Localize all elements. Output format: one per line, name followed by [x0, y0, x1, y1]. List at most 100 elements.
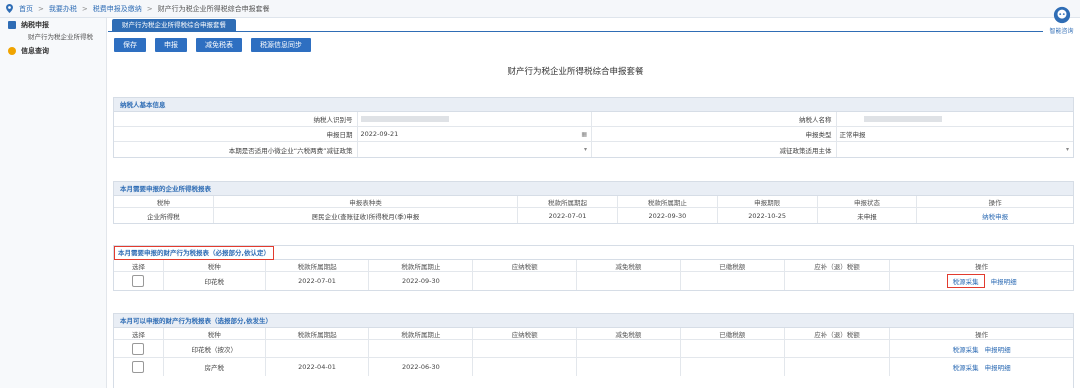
declare-detail-link[interactable]: 申报明细 — [985, 344, 1011, 354]
sidebar-label: 纳税申报 — [21, 20, 49, 29]
section-title-wrap: 本月需要申报的财产行为税报表（必报部分,依认定） — [114, 246, 1073, 260]
cell-op: 税源采集 申报明细 — [890, 272, 1073, 290]
optional-section: 本月可以申报的财产行为税报表（选报部分,依发生） 选择 税种 税款所属期起 税款… — [113, 313, 1074, 388]
field-label: 减征政策适用主体 — [592, 142, 837, 157]
cell-end: 2022-09-30 — [618, 208, 718, 223]
col-header: 税款所属期止 — [618, 196, 718, 207]
chat-icon — [8, 46, 16, 55]
field-label: 申报日期 — [114, 127, 358, 141]
taxpayer-name-value — [837, 112, 1074, 126]
cell-amount — [577, 272, 681, 290]
table-header: 选择 税种 税款所属期起 税款所属期止 应纳税额 减免税额 已缴税额 应补（退）… — [114, 260, 1073, 272]
relief-table-button[interactable]: 减免税表 — [196, 38, 242, 52]
cell-amount — [473, 272, 578, 290]
cell-select — [114, 340, 164, 357]
col-header: 税款所属期止 — [369, 260, 474, 271]
cell-tax: 印花税（按次） — [164, 340, 266, 357]
col-header: 应补（退）税额 — [785, 260, 891, 271]
col-header: 应补（退）税额 — [785, 328, 891, 339]
row-checkbox[interactable] — [132, 275, 145, 287]
sidebar-item-query[interactable]: 信息查询 — [0, 44, 106, 57]
col-header: 操作 — [988, 198, 1002, 207]
save-button[interactable]: 保存 — [114, 38, 146, 52]
col-header: 税款所属期起 — [518, 196, 618, 207]
sidebar: 纳税申报 财产行为税企业所得税 信息查询 — [0, 18, 107, 388]
policy-select[interactable]: ▾ — [358, 142, 593, 157]
table-header: 税种 申报表种类 税款所属期起 税款所属期止 申报期限 申报状态 操作 — [114, 196, 1073, 208]
field-label: 本期是否适用小微企业“六税两费”减征政策 — [114, 142, 358, 157]
table-header: 选择 税种 税款所属期起 税款所属期止 应纳税额 减免税额 已缴税额 应补（退）… — [114, 328, 1073, 340]
cell-amount — [473, 358, 578, 376]
breadcrumb-tax[interactable]: 我要办税 — [49, 4, 77, 14]
table-row: 印花税 2022-07-01 2022-09-30 税源采集 申报明细 — [114, 272, 1073, 290]
breadcrumb-sep: > — [81, 4, 88, 13]
breadcrumb-home[interactable]: 首页 — [19, 4, 33, 14]
sync-button[interactable]: 税源信息同步 — [251, 38, 311, 52]
col-header: 税款所属期起 — [266, 260, 370, 271]
tab-active[interactable]: 财产行为税企业所得税综合申报套餐 — [112, 19, 236, 31]
cell-amount — [785, 358, 891, 376]
cell-select — [114, 358, 164, 376]
cell-amount — [681, 358, 785, 376]
assistant-widget[interactable]: 智能咨询 — [1043, 0, 1080, 40]
subject-select[interactable]: ▾ — [837, 142, 1074, 157]
col-header: 已缴税额 — [681, 328, 785, 339]
assistant-icon — [1053, 6, 1070, 24]
cell-start: 2022-04-01 — [266, 358, 370, 376]
cell-end — [369, 340, 474, 357]
cell-start: 2022-07-01 — [266, 272, 370, 290]
breadcrumb-sep: > — [38, 4, 44, 13]
col-header: 应纳税额 — [473, 260, 578, 271]
row-checkbox[interactable] — [132, 361, 145, 373]
breadcrumb-current: 财产行为税企业所得税综合申报套餐 — [157, 4, 270, 13]
field-label: 纳税人名称 — [592, 112, 837, 126]
tax-source-collect-link[interactable]: 税源采集 — [953, 344, 979, 354]
sidebar-item-declare[interactable]: 纳税申报 — [0, 18, 106, 31]
field-label: 纳税人识别号 — [114, 112, 358, 126]
location-pin-icon — [6, 4, 13, 13]
basic-info-section: 纳税人基本信息 纳税人识别号 纳税人名称 申报日期 2022-09-21 ▦ 申报… — [113, 97, 1074, 158]
declare-detail-link[interactable]: 申报明细 — [991, 276, 1017, 286]
sidebar-subitem[interactable]: 财产行为税企业所得税 — [0, 31, 106, 44]
cell-op: 纳税申报 — [917, 208, 1073, 223]
cell-amount — [681, 272, 785, 290]
cell-amount — [681, 340, 785, 357]
cell-amount — [577, 358, 681, 376]
cell-tax: 企业所得税 — [114, 208, 214, 223]
assistant-label: 智能咨询 — [1049, 28, 1074, 35]
taxpayer-id-value — [358, 112, 593, 126]
col-header: 税款所属期起 — [266, 328, 370, 339]
tab-bar: 财产行为税企业所得税综合申报套餐 — [108, 18, 1043, 32]
declare-detail-link[interactable]: 申报明细 — [985, 362, 1011, 372]
cell-select — [114, 272, 164, 290]
breadcrumb-sep: > — [146, 4, 153, 13]
cell-form: 居民企业(查账征收)所得税月(季)申报 — [214, 208, 519, 223]
col-header: 申报表种类 — [214, 196, 519, 207]
tax-source-collect-link[interactable]: 税源采集 — [946, 274, 985, 288]
toolbar: 保存 申报 减免税表 税源信息同步 — [108, 32, 1043, 59]
cell-deadline: 2022-10-25 — [718, 208, 818, 223]
calendar-icon[interactable]: ▦ — [581, 131, 587, 138]
cell-amount — [785, 340, 891, 357]
table-row: 企业所得税 居民企业(查账征收)所得税月(季)申报 2022-07-01 202… — [114, 208, 1073, 223]
row-checkbox[interactable] — [132, 342, 145, 355]
col-header: 操作 — [975, 330, 989, 339]
cell-amount — [577, 340, 681, 357]
declare-button[interactable]: 申报 — [155, 38, 187, 52]
col-header: 税款所属期止 — [369, 328, 474, 339]
page-title: 财产行为税企业所得税综合申报套餐 — [507, 67, 644, 77]
field-label: 申报类型 — [592, 127, 837, 141]
section-title: 纳税人基本信息 — [114, 98, 1073, 112]
col-header: 申报状态 — [818, 196, 918, 207]
tax-source-collect-link[interactable]: 税源采集 — [953, 362, 979, 372]
col-header: 减免税额 — [577, 260, 681, 271]
cell-amount — [473, 340, 578, 357]
section-title: 本月需要申报的财产行为税报表（必报部分,依认定） — [114, 246, 274, 260]
breadcrumb-declare[interactable]: 税费申报及缴纳 — [93, 4, 142, 14]
declare-link[interactable]: 纳税申报 — [982, 211, 1008, 221]
cell-op: 税源采集 申报明细 — [890, 340, 1073, 357]
declare-date-input[interactable]: 2022-09-21 ▦ — [358, 127, 593, 141]
cell-end: 2022-06-30 — [369, 358, 474, 376]
col-header: 应纳税额 — [473, 328, 578, 339]
grid-icon — [8, 20, 16, 29]
